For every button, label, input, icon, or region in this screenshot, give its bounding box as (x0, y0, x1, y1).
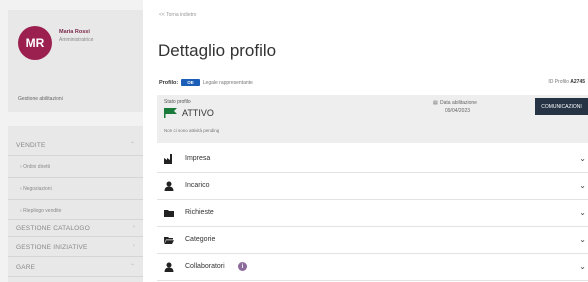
chevron-down-icon[interactable]: ⌄ (579, 208, 586, 217)
user-name: Maria Rossi (59, 29, 90, 35)
main-content: << Torna indietro Dettaglio profilo Prof… (143, 0, 588, 282)
menu-section-label: GESTIONE CATALOGO (16, 225, 90, 232)
profile-id: ID Profilo A2745 (548, 79, 585, 85)
menu-section-label: VENDITE (16, 142, 46, 149)
menu-item-label: › Riepilogo vendite (20, 208, 62, 214)
menu-item-label: › Negoziazioni (20, 186, 52, 192)
menu-section-vendite[interactable]: VENDITE ⌃ (8, 134, 143, 156)
menu-item-label: › Ordini diretti (20, 164, 51, 170)
accordion-incarico[interactable]: Incarico ⌄ (157, 173, 588, 200)
manage-enablements-link[interactable]: Gestione abilitazioni (18, 96, 63, 102)
enable-date-value: 09/04/2023 (445, 108, 471, 114)
avatar[interactable]: MR (18, 26, 52, 60)
menu-item-negoziazioni[interactable]: › Negoziazioni (8, 178, 143, 200)
menu-section-gare[interactable]: GARE ⌃ (8, 257, 143, 277)
status-panel: Stato profilo ATTIVO Non ci sono attivit… (157, 95, 588, 143)
folder-open-icon (164, 235, 174, 245)
profile-badge: OE (181, 79, 200, 86)
chevron-down-icon[interactable]: ⌄ (579, 235, 586, 244)
accordion-label: Richieste (185, 209, 214, 216)
communications-button[interactable]: COMUNICAZIONI (535, 98, 588, 115)
accordion-impresa[interactable]: Impresa ⌄ (157, 146, 588, 173)
profile-role-link[interactable]: Legale rappresentante (203, 80, 253, 86)
folder-icon (164, 208, 174, 218)
profile-line: Profilo: OE Legale rappresentante (159, 78, 253, 87)
chevron-right-icon: › (133, 243, 135, 249)
sidebar-menu: VENDITE ⌃ › Ordini diretti › Negoziazion… (8, 126, 143, 282)
industry-icon (164, 154, 174, 164)
flag-icon (164, 108, 177, 118)
chevron-down-icon[interactable]: ⌄ (579, 154, 586, 163)
accordion-label: Collaboratori (185, 263, 225, 270)
page-title: Dettaglio profilo (158, 41, 277, 60)
user-card: MR Maria Rossi Amministratrice Gestione … (8, 10, 143, 112)
status-note: Non ci sono attività pending (164, 128, 220, 133)
accordion-categorie[interactable]: Categorie ⌄ (157, 227, 588, 254)
user-icon (164, 262, 174, 272)
enable-date-label: Data abilitazione (440, 100, 477, 106)
accordion-label: Incarico (185, 182, 210, 189)
menu-item-ordini-diretti[interactable]: › Ordini diretti (8, 156, 143, 178)
sidebar: MR Maria Rossi Amministratrice Gestione … (0, 0, 143, 282)
menu-section-gestione-iniziative[interactable]: GESTIONE INIZIATIVE › (8, 237, 143, 257)
menu-section-gestione-catalogo[interactable]: GESTIONE CATALOGO › (8, 220, 143, 237)
chevron-down-icon[interactable]: ⌄ (579, 262, 586, 271)
accordion-collaboratori[interactable]: Collaboratori i ⌄ (157, 254, 588, 281)
accordion-label: Categorie (185, 236, 216, 243)
profile-label: Profilo: (159, 79, 179, 86)
calendar-icon: ▤ (433, 100, 438, 106)
menu-section-label: GARE (16, 264, 36, 271)
menu-section-label: GESTIONE INIZIATIVE (16, 244, 88, 251)
chevron-up-icon: ⌃ (129, 142, 135, 148)
accordion-label: Impresa (185, 155, 211, 162)
accordion-richieste[interactable]: Richieste ⌄ (157, 200, 588, 227)
user-icon (164, 181, 174, 191)
chevron-up-icon: ⌃ (129, 264, 135, 270)
profile-id-label: ID Profilo (548, 79, 569, 85)
info-icon[interactable]: i (238, 262, 247, 271)
status-label: Stato profilo (164, 99, 191, 105)
status-value: ATTIVO (182, 108, 214, 118)
profile-id-value: A2745 (570, 79, 585, 85)
chevron-down-icon[interactable]: ⌄ (579, 181, 586, 190)
chevron-right-icon: › (133, 224, 135, 230)
user-role: Amministratrice (59, 37, 94, 43)
menu-item-riepilogo-vendite[interactable]: › Riepilogo vendite (8, 200, 143, 220)
breadcrumb[interactable]: << Torna indietro (159, 12, 196, 18)
